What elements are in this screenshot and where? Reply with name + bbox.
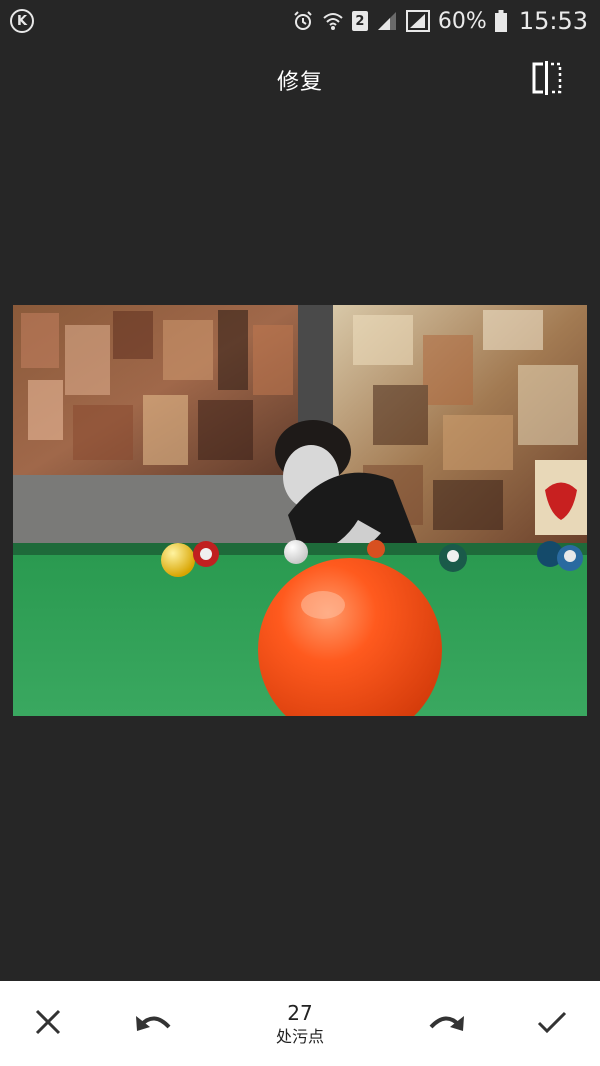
- apply-button[interactable]: [532, 1004, 572, 1044]
- sim-2-badge: 2: [351, 11, 368, 31]
- cancel-button[interactable]: [28, 1004, 68, 1044]
- k-app-icon: K: [10, 9, 34, 33]
- redo-button[interactable]: [426, 1004, 466, 1044]
- bottom-toolbar: 27 处污点: [0, 981, 600, 1066]
- billiards-table-photo: [13, 305, 587, 716]
- signal-icon: [376, 11, 398, 31]
- undo-button[interactable]: [134, 1004, 174, 1044]
- spot-count-value: 27: [287, 1000, 313, 1025]
- check-icon: [537, 1010, 567, 1038]
- battery-icon: [494, 10, 507, 32]
- compare-button[interactable]: [530, 61, 564, 99]
- clock: 15:53: [518, 7, 588, 35]
- status-right: 2 60% 15:53: [292, 7, 588, 35]
- edited-photo[interactable]: [13, 305, 587, 716]
- redo-icon: [427, 1009, 465, 1039]
- title-bar: 修复: [0, 52, 600, 108]
- alarm-icon: [292, 10, 314, 32]
- signal-icon-2: [405, 10, 430, 32]
- battery-percent: 60%: [437, 8, 487, 34]
- undo-icon: [135, 1009, 173, 1039]
- page-title: 修复: [276, 70, 323, 95]
- compare-icon: [531, 61, 563, 99]
- spot-counter: 27 处污点: [240, 1000, 360, 1048]
- spot-count-label: 处污点: [275, 1026, 324, 1046]
- status-bar: K 2 60% 15:53: [0, 0, 600, 42]
- close-icon: [35, 1009, 61, 1039]
- wifi-icon: [322, 11, 344, 31]
- status-left: K: [10, 9, 34, 33]
